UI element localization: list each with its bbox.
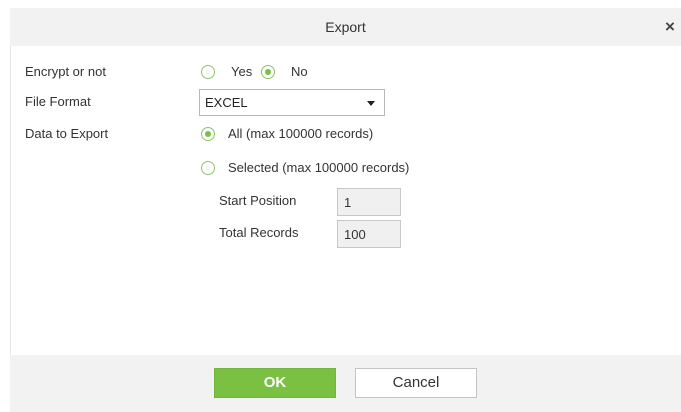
encrypt-no-label[interactable]: No <box>291 64 308 79</box>
dialog-title: Export <box>325 19 366 35</box>
export-selected-label[interactable]: Selected (max 100000 records) <box>228 160 409 175</box>
file-format-value: EXCEL <box>205 95 248 110</box>
total-records-label: Total Records <box>219 225 299 240</box>
encrypt-no-radio[interactable] <box>261 65 275 79</box>
export-dialog: Export × Encrypt or not Yes No File Form… <box>0 0 681 412</box>
close-icon[interactable]: × <box>661 8 679 46</box>
encrypt-yes-radio[interactable] <box>201 65 215 79</box>
start-position-input[interactable] <box>337 188 401 216</box>
chevron-down-icon <box>367 101 375 106</box>
data-to-export-label: Data to Export <box>25 126 109 141</box>
encrypt-yes-label[interactable]: Yes <box>231 64 252 79</box>
dialog-header: Export × <box>10 8 681 46</box>
cancel-button[interactable]: Cancel <box>355 368 477 398</box>
start-position-label: Start Position <box>219 193 297 208</box>
file-format-label: File Format <box>25 94 91 109</box>
export-all-label[interactable]: All (max 100000 records) <box>228 126 373 141</box>
export-all-radio[interactable] <box>201 127 215 141</box>
total-records-input[interactable] <box>337 220 401 248</box>
export-selected-radio[interactable] <box>201 161 215 175</box>
dialog-footer: OK Cancel <box>10 355 681 412</box>
ok-button[interactable]: OK <box>214 368 336 398</box>
encrypt-label: Encrypt or not <box>25 64 106 79</box>
file-format-select[interactable]: EXCEL <box>199 89 385 116</box>
dialog-border <box>10 46 11 356</box>
